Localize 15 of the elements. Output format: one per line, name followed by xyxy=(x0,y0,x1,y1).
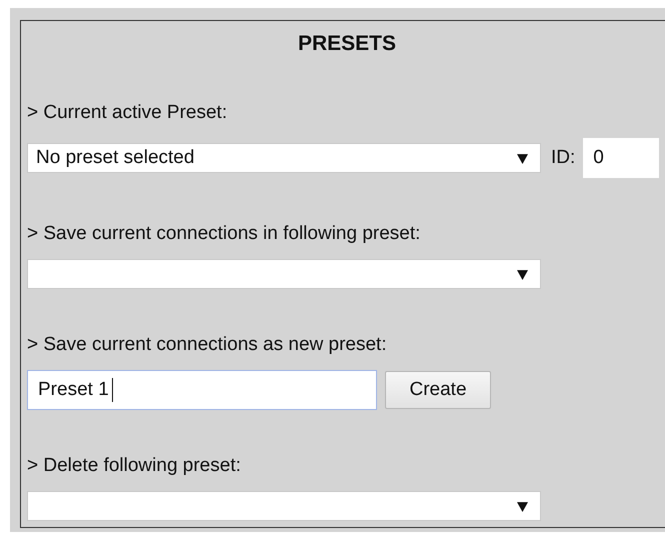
section-label: > Current active Preset: xyxy=(27,101,228,125)
caret-icon xyxy=(517,500,528,512)
dropdown[interactable] xyxy=(27,491,541,521)
create-button[interactable]: Create xyxy=(385,371,491,409)
section-label: > Delete following preset: xyxy=(27,454,242,478)
id-label: ID: xyxy=(551,147,576,169)
panel-title: PRESETS xyxy=(296,31,398,57)
section-label: > Save current connections as new preset: xyxy=(27,333,388,357)
caret-icon xyxy=(517,152,528,164)
section-label: > Save current connections in following preset: xyxy=(27,222,422,246)
id-field[interactable]: 0 xyxy=(583,138,660,178)
dropdown[interactable]: No preset selected xyxy=(27,143,541,173)
caret-icon xyxy=(517,268,528,280)
dropdown[interactable] xyxy=(27,259,541,289)
name-input-field[interactable]: Preset 1 xyxy=(27,370,377,410)
